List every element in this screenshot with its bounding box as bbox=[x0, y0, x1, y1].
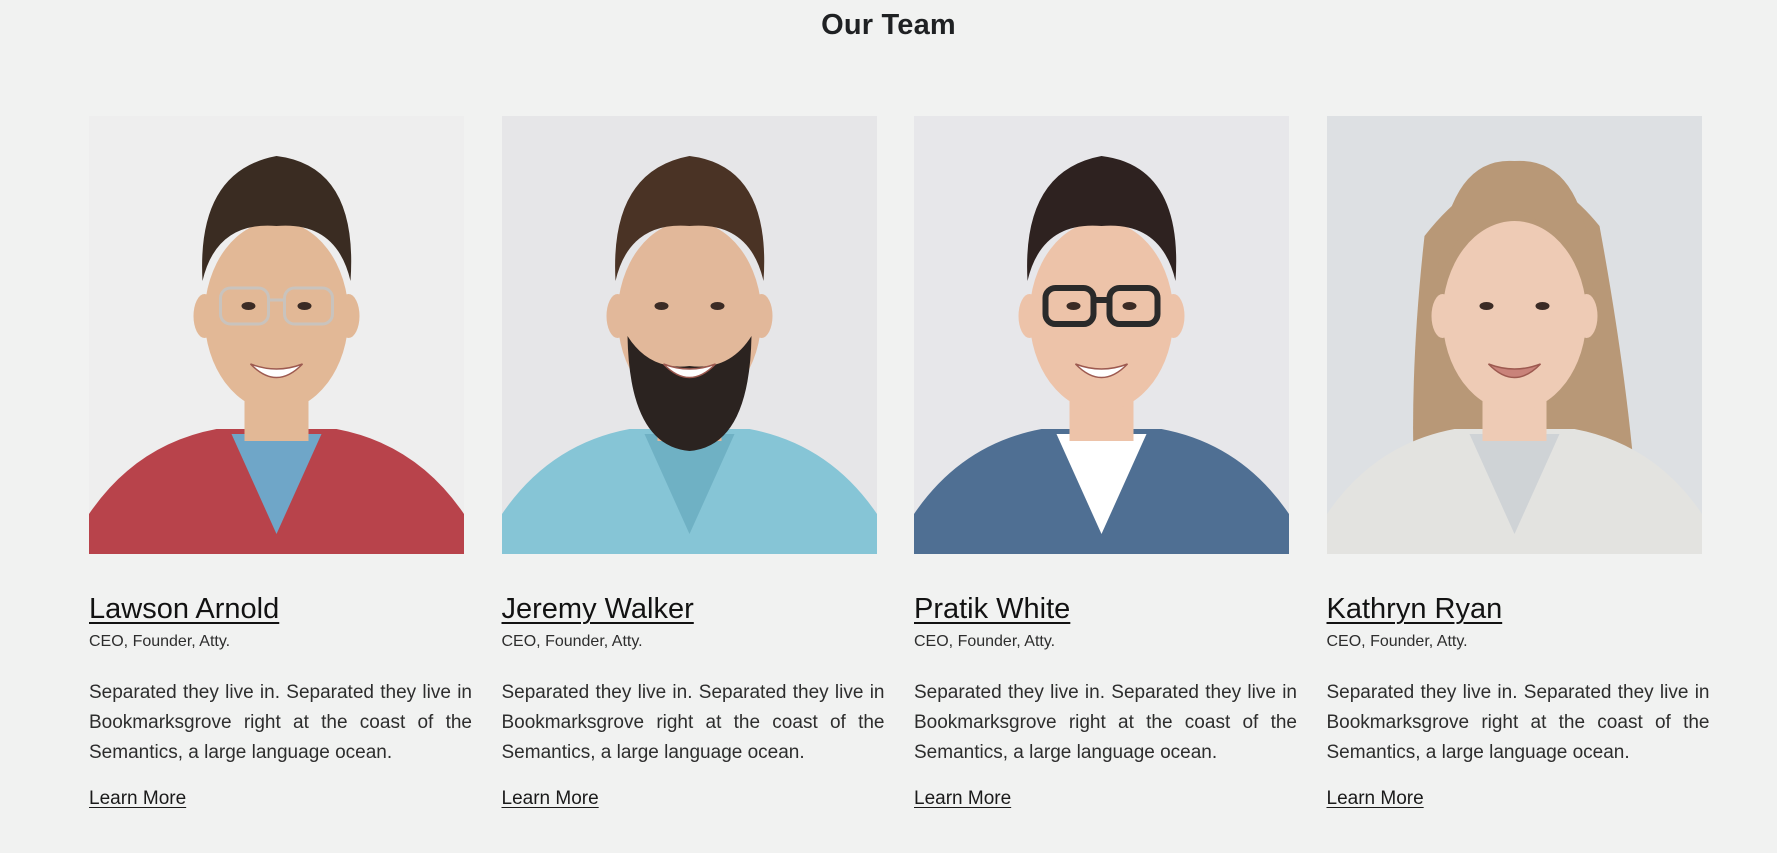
member-bio: Separated they live in. Separated they l… bbox=[1326, 682, 1710, 763]
member-role: CEO, Founder, Atty. bbox=[501, 633, 643, 650]
team-member-card: Lawson Arnold CEO, Founder, Atty. Separa… bbox=[89, 116, 472, 811]
portrait-image bbox=[501, 116, 877, 554]
member-name-link[interactable]: Pratik White bbox=[914, 591, 1070, 627]
learn-more-link[interactable]: Learn More bbox=[502, 787, 599, 811]
member-photo bbox=[89, 116, 464, 554]
member-bio: Separated they live in. Separated they l… bbox=[501, 682, 885, 763]
learn-more-link[interactable]: Learn More bbox=[1327, 787, 1424, 811]
learn-more-link[interactable]: Learn More bbox=[89, 787, 186, 811]
member-role: CEO, Founder, Atty. bbox=[89, 633, 231, 650]
portrait-image bbox=[1326, 116, 1702, 554]
section-title: Our Team bbox=[821, 9, 956, 41]
member-role: CEO, Founder, Atty. bbox=[1326, 633, 1468, 650]
portrait-image bbox=[914, 116, 1289, 554]
portrait-image bbox=[89, 116, 464, 554]
learn-more-link[interactable]: Learn More bbox=[914, 787, 1011, 811]
member-photo bbox=[1326, 116, 1702, 554]
member-name-link[interactable]: Kathryn Ryan bbox=[1327, 591, 1503, 627]
team-grid: Lawson Arnold CEO, Founder, Atty. Separa… bbox=[89, 116, 1710, 811]
member-name-link[interactable]: Lawson Arnold bbox=[89, 591, 279, 627]
member-role: CEO, Founder, Atty. bbox=[914, 633, 1056, 650]
member-bio: Separated they live in. Separated they l… bbox=[914, 682, 1297, 763]
team-member-card: Jeremy Walker CEO, Founder, Atty. Separa… bbox=[501, 116, 885, 811]
member-name-link[interactable]: Jeremy Walker bbox=[502, 591, 694, 627]
member-bio: Separated they live in. Separated they l… bbox=[89, 682, 472, 763]
team-member-card: Pratik White CEO, Founder, Atty. Separat… bbox=[914, 116, 1297, 811]
team-member-card: Kathryn Ryan CEO, Founder, Atty. Separat… bbox=[1326, 116, 1710, 811]
member-photo bbox=[501, 116, 877, 554]
member-photo bbox=[914, 116, 1289, 554]
